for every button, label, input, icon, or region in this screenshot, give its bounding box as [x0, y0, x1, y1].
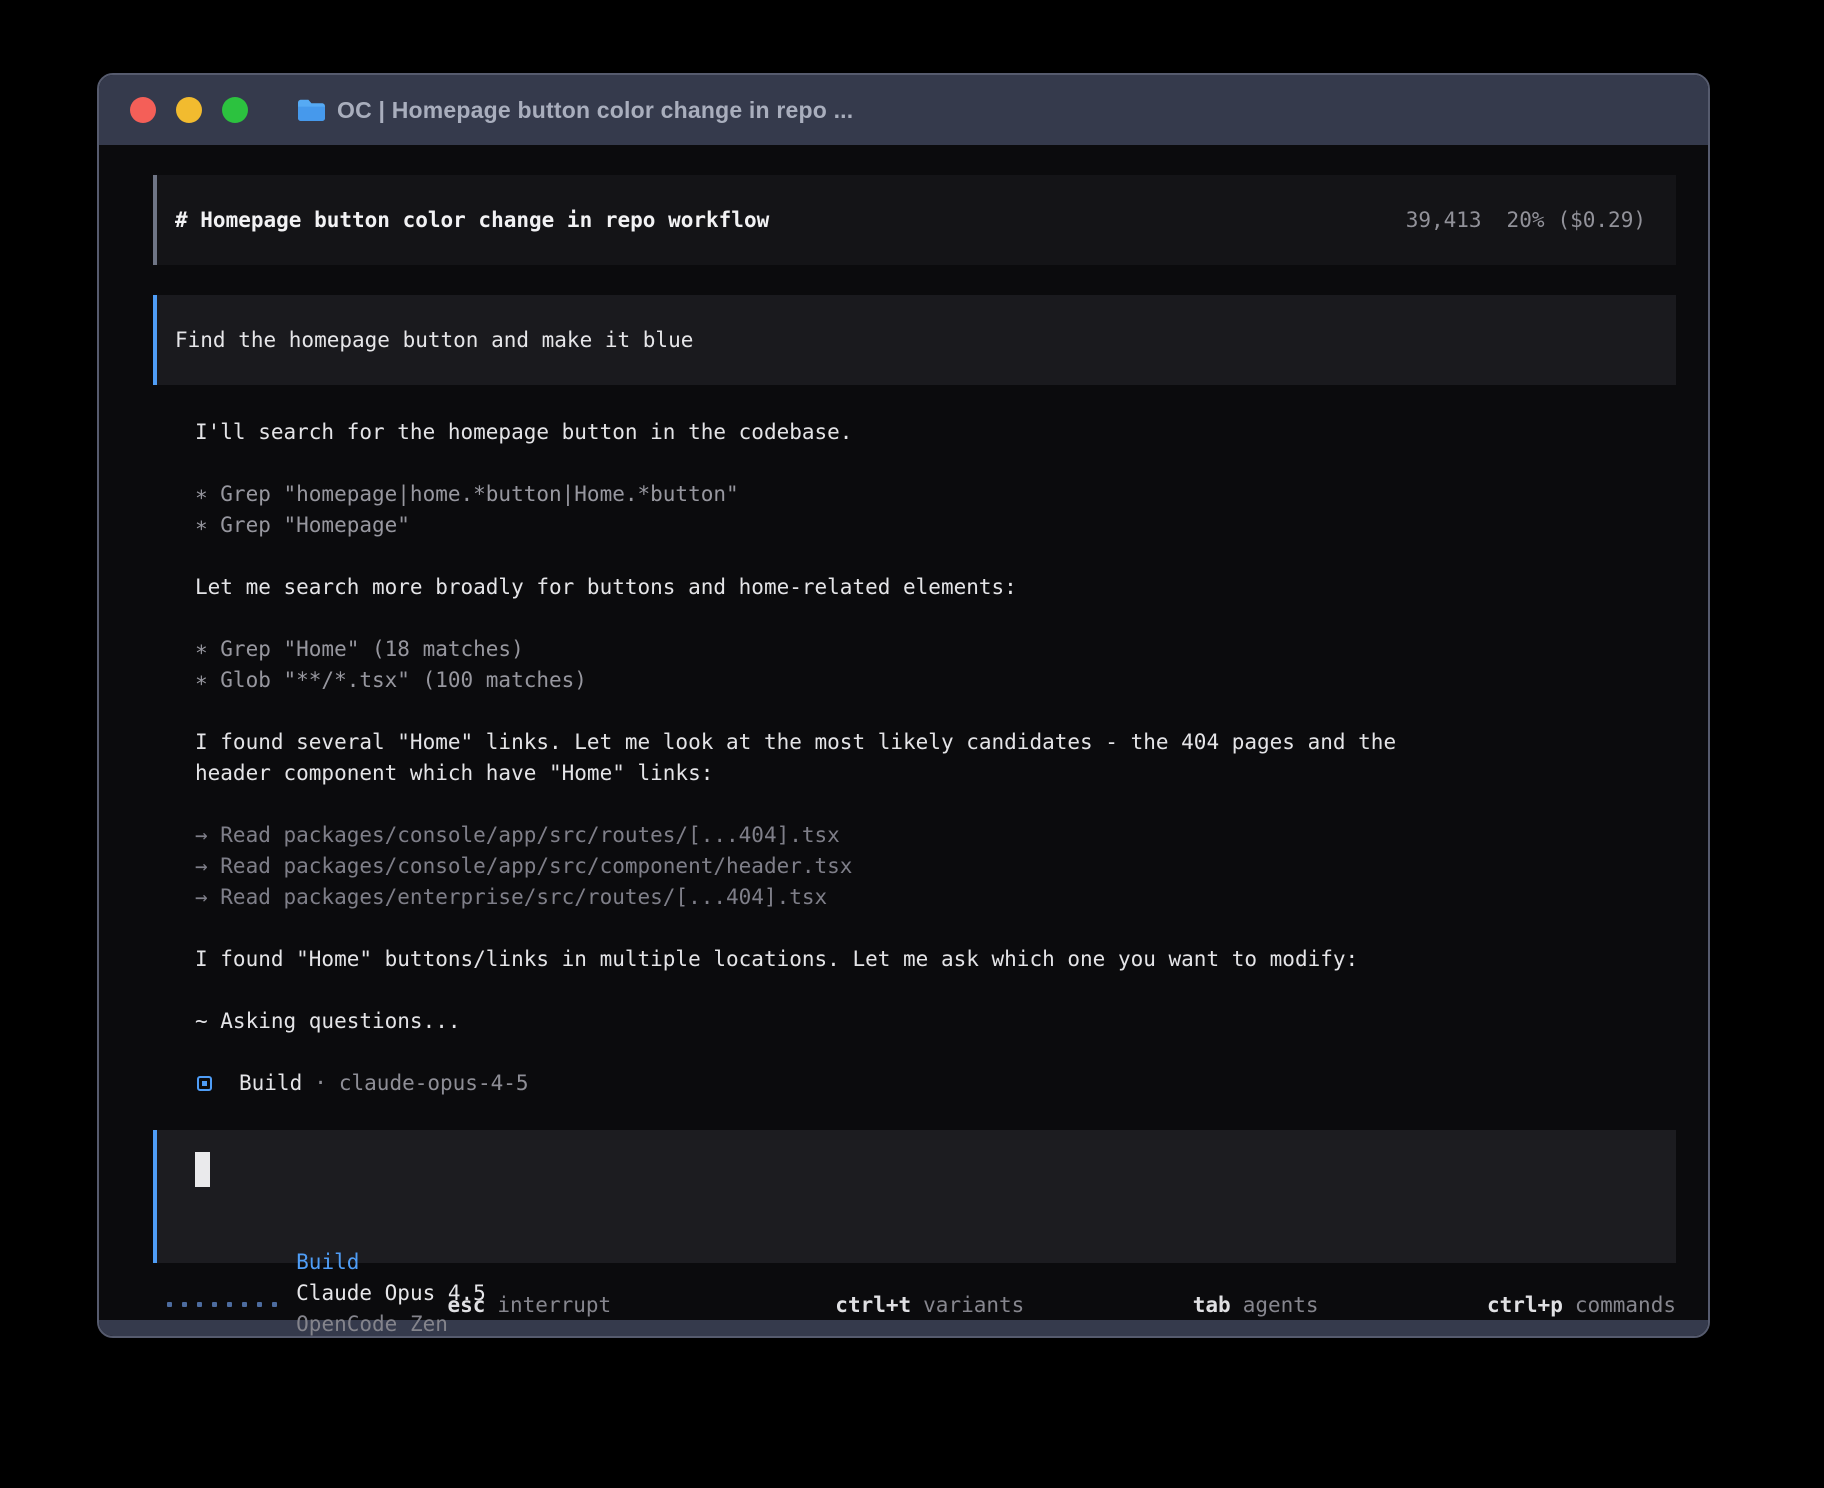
token-count: 39,413 — [1406, 208, 1482, 232]
hint-key: tab — [1193, 1293, 1231, 1317]
agent-separator: · — [314, 1068, 327, 1099]
session-header: # Homepage button color change in repo w… — [153, 175, 1676, 265]
tool-call-grep: ∗ Grep "Home" (18 matches) — [195, 634, 1676, 665]
agent-status-row: Build · claude-opus-4-5 — [195, 1068, 1676, 1099]
blank-line — [195, 913, 1676, 944]
assistant-text: I'll search for the homepage button in t… — [195, 417, 1676, 448]
status-footer: esc interrupt ctrl+t variants tab agents ct… — [153, 1289, 1676, 1320]
titlebar-title-group: OC | Homepage button color change in rep… — [296, 97, 853, 124]
blank-line — [195, 603, 1676, 634]
hint-label: commands — [1575, 1293, 1676, 1317]
close-button[interactable] — [130, 97, 156, 123]
tool-call-read: → Read packages/enterprise/src/routes/[.… — [195, 882, 1676, 913]
hint-interrupt: esc interrupt — [321, 1269, 611, 1339]
agent-model: claude-opus-4-5 — [339, 1068, 529, 1099]
hint-label: interrupt — [497, 1293, 611, 1317]
minimize-button[interactable] — [176, 97, 202, 123]
blank-line — [195, 789, 1676, 820]
hint-agents: tab agents — [1066, 1269, 1318, 1339]
hint-key: esc — [447, 1293, 485, 1317]
blank-line — [195, 975, 1676, 1006]
context-percent: 20% — [1507, 208, 1545, 232]
terminal-content: # Homepage button color change in repo w… — [99, 145, 1708, 1320]
build-agent-icon — [197, 1076, 212, 1091]
footer-right: ctrl+t variants tab agents ctrl+p commands — [709, 1269, 1676, 1339]
session-cost: ($0.29) — [1557, 208, 1646, 232]
spinner-dots-icon — [167, 1302, 277, 1307]
maximize-button[interactable] — [222, 97, 248, 123]
user-message: Find the homepage button and make it blu… — [153, 295, 1676, 385]
folder-icon — [296, 97, 327, 123]
session-stats: 39,413 20% ($0.29) — [1406, 208, 1646, 232]
tool-call-grep: ∗ Grep "Homepage" — [195, 510, 1676, 541]
window-controls — [130, 97, 248, 123]
assistant-conversation: I'll search for the homepage button in t… — [195, 417, 1676, 1099]
hint-label: agents — [1243, 1293, 1319, 1317]
hint-label: variants — [923, 1293, 1024, 1317]
footer-left: esc interrupt — [167, 1269, 611, 1339]
tool-call-grep: ∗ Grep "homepage|home.*button|Home.*butt… — [195, 479, 1676, 510]
tool-call-glob: ∗ Glob "**/*.tsx" (100 matches) — [195, 665, 1676, 696]
assistant-text: header component which have "Home" links… — [195, 758, 1676, 789]
assistant-text: I found "Home" buttons/links in multiple… — [195, 944, 1676, 975]
input-status-bar: Build Claude Opus 4.5 OpenCode Zen — [195, 1216, 1646, 1247]
window-titlebar: OC | Homepage button color change in rep… — [99, 75, 1708, 145]
agent-name: Build — [239, 1068, 302, 1099]
tool-call-read: → Read packages/console/app/src/componen… — [195, 851, 1676, 882]
hint-key: ctrl+t — [835, 1293, 911, 1317]
assistant-text: I found several "Home" links. Let me loo… — [195, 727, 1676, 758]
hint-key: ctrl+p — [1487, 1293, 1563, 1317]
text-cursor — [195, 1152, 210, 1187]
prompt-input[interactable]: Build Claude Opus 4.5 OpenCode Zen — [153, 1130, 1676, 1263]
blank-line — [195, 696, 1676, 727]
user-message-text: Find the homepage button and make it blu… — [175, 328, 693, 352]
terminal-window: OC | Homepage button color change in rep… — [97, 73, 1710, 1338]
blank-line — [195, 448, 1676, 479]
hint-commands: ctrl+p commands — [1361, 1269, 1676, 1339]
session-title: # Homepage button color change in repo w… — [175, 208, 769, 232]
tool-call-read: → Read packages/console/app/src/routes/[… — [195, 820, 1676, 851]
assistant-status-text: ~ Asking questions... — [195, 1006, 1676, 1037]
blank-line — [195, 541, 1676, 572]
hint-variants: ctrl+t variants — [709, 1269, 1024, 1339]
window-title: OC | Homepage button color change in rep… — [337, 97, 853, 124]
assistant-text: Let me search more broadly for buttons a… — [195, 572, 1676, 603]
